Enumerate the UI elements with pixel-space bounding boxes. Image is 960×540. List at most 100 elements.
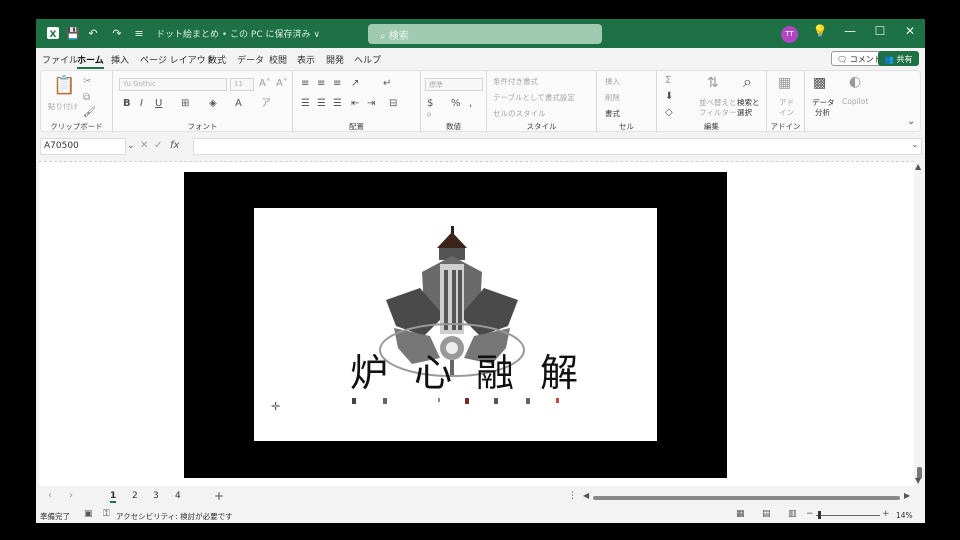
pixel-art-canvas[interactable]: 炉 心 融 解 <box>254 208 657 441</box>
page-break-view-icon[interactable]: ▥ <box>788 510 797 519</box>
scroll-up-icon[interactable]: ▲ <box>915 163 921 171</box>
increase-font-icon[interactable]: A˄ <box>259 79 271 89</box>
clear-icon[interactable]: ◇ <box>665 108 673 118</box>
paste-icon[interactable]: 📋 <box>53 77 75 95</box>
data-analysis-icon[interactable]: ▩ <box>813 76 826 90</box>
tab-file[interactable]: ファイル <box>42 53 78 66</box>
select-label[interactable]: 選択 <box>737 107 752 118</box>
insert-function-button[interactable]: fx <box>170 141 179 151</box>
format-as-table-button[interactable]: テーブルとして書式設定 <box>493 92 575 103</box>
zoom-level[interactable]: 14% <box>896 511 913 520</box>
phonetic-icon[interactable]: ア <box>261 99 271 109</box>
name-box[interactable]: A70500 <box>40 138 126 155</box>
zoom-slider-thumb[interactable] <box>818 511 821 519</box>
document-title[interactable]: ドット絵まとめ • この PC に保存済み ∨ <box>156 27 320 40</box>
tab-review[interactable]: 校閲 <box>269 53 287 66</box>
fill-icon[interactable]: ⬇ <box>665 92 673 102</box>
name-box-dropdown-icon[interactable]: ⌄ <box>127 142 135 151</box>
avatar[interactable]: TT <box>781 26 798 43</box>
scroll-right-icon[interactable]: ▶ <box>904 492 910 500</box>
wrap-text-icon[interactable]: ↵ <box>383 79 391 89</box>
undo-icon[interactable]: ↶ <box>85 25 101 41</box>
currency-icon[interactable]: $ <box>427 99 433 109</box>
image-frame[interactable]: 炉 心 融 解 <box>184 172 727 478</box>
align-center-icon[interactable]: ☰ <box>317 99 326 109</box>
scroll-left-icon[interactable]: ◀ <box>583 492 589 500</box>
add-sheet-icon[interactable]: + <box>214 490 224 502</box>
orientation-icon[interactable]: ↗ <box>351 79 359 89</box>
fill-color-icon[interactable]: ◈ <box>209 99 217 109</box>
font-name-select[interactable]: Yu Gothic <box>119 78 227 91</box>
sort-filter-icon[interactable]: ⇅ <box>707 76 719 90</box>
scroll-down-icon[interactable]: ▼ <box>915 477 921 485</box>
align-bottom-icon[interactable]: ≡ <box>333 79 341 89</box>
border-icon[interactable]: ⊞ <box>181 99 189 109</box>
data-analysis-label-2[interactable]: 分析 <box>815 107 830 118</box>
format-painter-icon[interactable]: 🖌 <box>83 108 96 118</box>
formula-input[interactable] <box>193 138 922 155</box>
find-select-icon[interactable]: ⌕ <box>743 74 752 90</box>
enter-icon[interactable]: ✓ <box>154 141 162 151</box>
bold-icon[interactable]: B <box>123 99 131 109</box>
accessibility-icon[interactable]: ⚿ <box>103 510 110 519</box>
autosum-icon[interactable]: Σ <box>665 76 671 86</box>
format-cells-button[interactable]: 書式 <box>605 108 620 119</box>
accessibility-status[interactable]: アクセシビリティ: 検討が必要です <box>116 511 233 522</box>
save-icon[interactable]: 💾 <box>65 25 81 41</box>
align-left-icon[interactable]: ☰ <box>301 99 310 109</box>
zoom-out-icon[interactable]: − <box>806 510 814 519</box>
expand-formula-icon[interactable]: ⌄ <box>911 141 919 150</box>
merge-center-icon[interactable]: ⊟ <box>389 99 397 109</box>
next-sheet-icon[interactable]: › <box>69 491 73 501</box>
close-button[interactable]: ✕ <box>900 24 920 38</box>
share-button[interactable]: 👥 共有 <box>878 51 919 66</box>
tab-data[interactable]: データ <box>237 53 264 66</box>
tab-view[interactable]: 表示 <box>297 53 315 66</box>
align-top-icon[interactable]: ≡ <box>301 79 309 89</box>
sheet-tab-4[interactable]: 4 <box>175 491 181 501</box>
tab-home[interactable]: ホーム <box>77 53 104 69</box>
vertical-scrollbar[interactable]: ▲ ▼ <box>914 161 925 486</box>
sheet-tab-2[interactable]: 2 <box>132 491 138 501</box>
minimize-button[interactable]: — <box>840 24 860 38</box>
sheet-tab-3[interactable]: 3 <box>153 491 159 501</box>
customize-quick-access-icon[interactable]: ≡ <box>131 25 147 41</box>
number-format-select[interactable]: 標準 <box>425 78 483 91</box>
tab-formulas[interactable]: 数式 <box>208 53 226 66</box>
zoom-in-icon[interactable]: + <box>882 510 890 519</box>
tab-insert[interactable]: 挿入 <box>111 53 129 66</box>
page-layout-view-icon[interactable]: ▤ <box>762 510 771 519</box>
normal-view-icon[interactable]: ▦ <box>736 510 745 519</box>
collapse-ribbon-icon[interactable]: ⌄ <box>907 117 915 127</box>
prev-sheet-icon[interactable]: ‹ <box>48 491 52 501</box>
percent-icon[interactable]: % <box>451 99 461 109</box>
horizontal-scroll-thumb[interactable] <box>593 496 900 500</box>
copilot-icon[interactable]: ◐ <box>849 75 861 89</box>
addins-label-2[interactable]: イン <box>779 107 794 118</box>
zoom-slider[interactable] <box>816 515 880 516</box>
tab-page-layout[interactable]: ページ レイアウト <box>140 53 215 66</box>
underline-icon[interactable]: U <box>155 99 162 109</box>
cell-styles-button[interactable]: セルのスタイル <box>493 108 546 119</box>
conditional-format-button[interactable]: 条件付き書式 <box>493 76 538 87</box>
worksheet[interactable]: 炉 心 融 解 ✛ <box>39 161 914 486</box>
redo-icon[interactable]: ↷ <box>109 25 125 41</box>
paste-label[interactable]: 貼り付け <box>48 101 78 112</box>
align-middle-icon[interactable]: ≡ <box>317 79 325 89</box>
macro-record-icon[interactable]: ▣ <box>84 510 93 519</box>
tab-help[interactable]: ヘルプ <box>354 53 381 66</box>
increase-indent-icon[interactable]: ⇥ <box>367 99 375 109</box>
copy-icon[interactable]: ⧉ <box>83 93 90 103</box>
maximize-button[interactable]: ☐ <box>870 24 890 38</box>
decrease-font-icon[interactable]: A˅ <box>276 79 288 89</box>
font-color-icon[interactable]: A <box>235 99 242 109</box>
italic-icon[interactable]: I <box>140 99 143 109</box>
filter-label[interactable]: フィルター <box>699 107 736 118</box>
sheet-tab-1[interactable]: 1 <box>110 491 117 503</box>
search-box[interactable]: ⌕ 検索 <box>368 24 602 44</box>
more-options-icon[interactable]: ⋮ <box>568 492 577 501</box>
cut-icon[interactable]: ✂ <box>83 77 91 87</box>
font-size-select[interactable]: 11 <box>230 78 254 91</box>
cancel-icon[interactable]: ✕ <box>140 141 148 151</box>
align-right-icon[interactable]: ☰ <box>333 99 342 109</box>
